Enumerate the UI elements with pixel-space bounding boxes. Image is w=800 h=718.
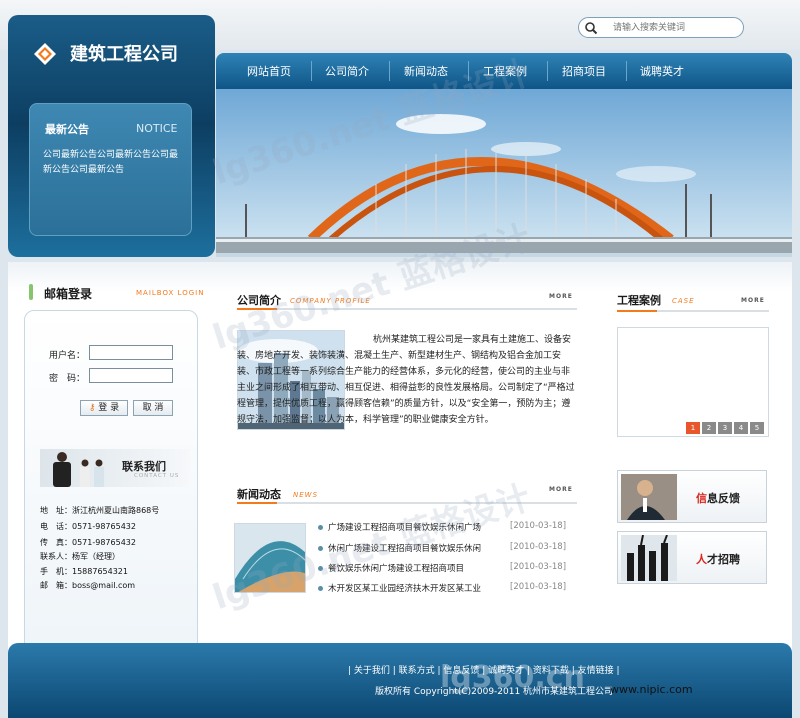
recruit-rest: 才招聘 xyxy=(707,553,740,566)
notice-body[interactable]: 公司最新公告公司最新公告公司最新公告公司最新公告 xyxy=(43,148,185,178)
nav-separator xyxy=(311,61,312,81)
news-item-title[interactable]: 餐饮娱乐休闲广场建设工程招商项目 xyxy=(328,562,464,574)
news-item-date: [2010-03-18] xyxy=(510,582,567,592)
team-photo xyxy=(621,535,677,581)
cases-divider xyxy=(617,310,769,312)
nav-separator xyxy=(468,61,469,81)
cases-more-link[interactable]: MORE xyxy=(741,297,765,304)
news-item-title[interactable]: 木开发区某工业园经济扶木开发区某工业 xyxy=(328,582,481,594)
login-panel: 用户名： 密 码： ⚷ 登 录 取 消 联系我们 CONTACT US xyxy=(24,310,198,672)
search-input[interactable] xyxy=(613,20,739,35)
contact-title-en: CONTACT US xyxy=(134,473,180,479)
about-text: 杭州某建筑工程公司是一家具有土建施工、设备安装、房地产开发、装饰装潢、混凝土生产… xyxy=(237,335,575,425)
search-box[interactable] xyxy=(578,17,744,38)
nav-item-projects[interactable]: 招商项目 xyxy=(562,63,606,79)
news-item-date: [2010-03-18] xyxy=(510,542,567,552)
news-item-date: [2010-03-18] xyxy=(510,562,567,572)
cancel-button[interactable]: 取 消 xyxy=(133,400,173,416)
page-button-4[interactable]: 4 xyxy=(734,422,748,434)
page-button-2[interactable]: 2 xyxy=(702,422,716,434)
about-more-link[interactable]: MORE xyxy=(549,293,573,300)
mailbox-title: 邮箱登录 xyxy=(44,287,93,301)
search-icon[interactable] xyxy=(584,21,598,35)
mailbox-marker xyxy=(29,284,33,300)
contact-address: 地 址：浙江杭州夏山南路868号 xyxy=(40,506,160,515)
staff-photo xyxy=(53,452,104,487)
contact-person: 联系人：杨军（经理） xyxy=(40,552,120,561)
contact-fax: 传 真：0571-98765432 xyxy=(40,538,136,547)
username-input[interactable] xyxy=(89,345,173,360)
nav-item-jobs[interactable]: 诚聘英才 xyxy=(640,63,684,79)
recruit-accent: 人 xyxy=(696,553,707,566)
nav-item-cases[interactable]: 工程案例 xyxy=(483,63,527,79)
news-item[interactable]: 广场建设工程招商项目餐饮娱乐休闲广场 [2010-03-18] xyxy=(318,520,583,538)
about-title: 公司简介 xyxy=(237,294,281,307)
news-item[interactable]: 休闲广场建设工程招商项目餐饮娱乐休闲 [2010-03-18] xyxy=(318,541,583,559)
feedback-label[interactable]: 信息反馈 xyxy=(696,490,740,506)
cases-title: 工程案例 xyxy=(617,294,661,307)
contact-banner: 联系我们 CONTACT US xyxy=(40,449,190,487)
recruit-label[interactable]: 人才招聘 xyxy=(696,551,740,567)
contact-title: 联系我们 xyxy=(122,460,166,473)
mailbox-title-en: MAILBOX LOGIN xyxy=(136,289,205,297)
bridge-illustration xyxy=(216,89,792,253)
notice-title: 最新公告 xyxy=(45,123,89,136)
recruit-link[interactable]: 人才招聘 xyxy=(617,531,767,584)
news-more-link[interactable]: MORE xyxy=(549,486,573,493)
bullet-icon xyxy=(318,546,323,551)
password-input[interactable] xyxy=(89,368,173,383)
nav-separator xyxy=(547,61,548,81)
username-label: 用户名： xyxy=(49,351,86,361)
banner-bridge-image xyxy=(216,89,792,257)
news-item[interactable]: 餐饮娱乐休闲广场建设工程招商项目 [2010-03-18] xyxy=(318,561,583,579)
footer: | 关于我们 | 联系方式 | 信息反馈 | 诚聘英才 | 资料下载 | 友情链… xyxy=(8,643,792,718)
nav-item-home[interactable]: 网站首页 xyxy=(247,63,291,79)
company-logo-text[interactable]: 建筑工程公司 xyxy=(70,40,178,66)
page-button-5[interactable]: 5 xyxy=(750,422,764,434)
notice-box: 最新公告 NOTICE 公司最新公告公司最新公告公司最新公告公司最新公告 xyxy=(29,103,192,236)
login-button[interactable]: ⚷ 登 录 xyxy=(80,400,128,416)
feedback-accent: 信 xyxy=(696,492,707,505)
news-item[interactable]: 木开发区某工业园经济扶木开发区某工业 [2010-03-18] xyxy=(318,581,583,599)
bullet-icon xyxy=(318,586,323,591)
nav-item-news[interactable]: 新闻动态 xyxy=(404,63,448,79)
about-title-en: COMPANY PROFILE xyxy=(290,297,371,305)
news-title: 新闻动态 xyxy=(237,488,281,501)
businessman-photo xyxy=(621,474,677,520)
cases-title-en: CASE xyxy=(672,297,695,305)
news-item-title[interactable]: 休闲广场建设工程招商项目餐饮娱乐休闲 xyxy=(328,542,481,554)
about-divider xyxy=(237,308,577,310)
nav-separator xyxy=(389,61,390,81)
login-button-label: 登 录 xyxy=(98,403,120,413)
contact-mobile: 手 机：15887654321 xyxy=(40,567,128,576)
news-divider xyxy=(237,502,577,504)
page-button-1[interactable]: 1 xyxy=(686,422,700,434)
feedback-rest: 息反馈 xyxy=(707,492,740,505)
nav-item-about[interactable]: 公司简介 xyxy=(325,63,369,79)
contact-email: 邮 箱：boss@mail.com xyxy=(40,581,136,590)
logo-diamond-icon xyxy=(34,43,56,65)
news-item-date: [2010-03-18] xyxy=(510,521,567,531)
cases-slideshow[interactable]: 1 2 3 4 5 xyxy=(617,327,769,437)
contact-phone: 电 话：0571-98765432 xyxy=(40,522,136,531)
bullet-icon xyxy=(318,566,323,571)
nav-separator xyxy=(626,61,627,81)
notice-title-en: NOTICE xyxy=(136,122,178,135)
watermark-site: lg360.cn xyxy=(440,660,585,695)
slideshow-pager: 1 2 3 4 5 xyxy=(686,422,764,434)
feedback-link[interactable]: 信息反馈 xyxy=(617,470,767,523)
main-nav: 网站首页 公司简介 新闻动态 工程案例 招商项目 诚聘英才 xyxy=(216,53,792,89)
password-label: 密 码： xyxy=(49,374,86,384)
watermark-trade: www.nipic.com xyxy=(610,683,693,696)
news-photo xyxy=(234,523,306,593)
news-title-en: NEWS xyxy=(293,491,319,499)
page-button-3[interactable]: 3 xyxy=(718,422,732,434)
news-item-title[interactable]: 广场建设工程招商项目餐饮娱乐休闲广场 xyxy=(328,521,481,533)
key-icon: ⚷ xyxy=(88,403,96,413)
bullet-icon xyxy=(318,525,323,530)
